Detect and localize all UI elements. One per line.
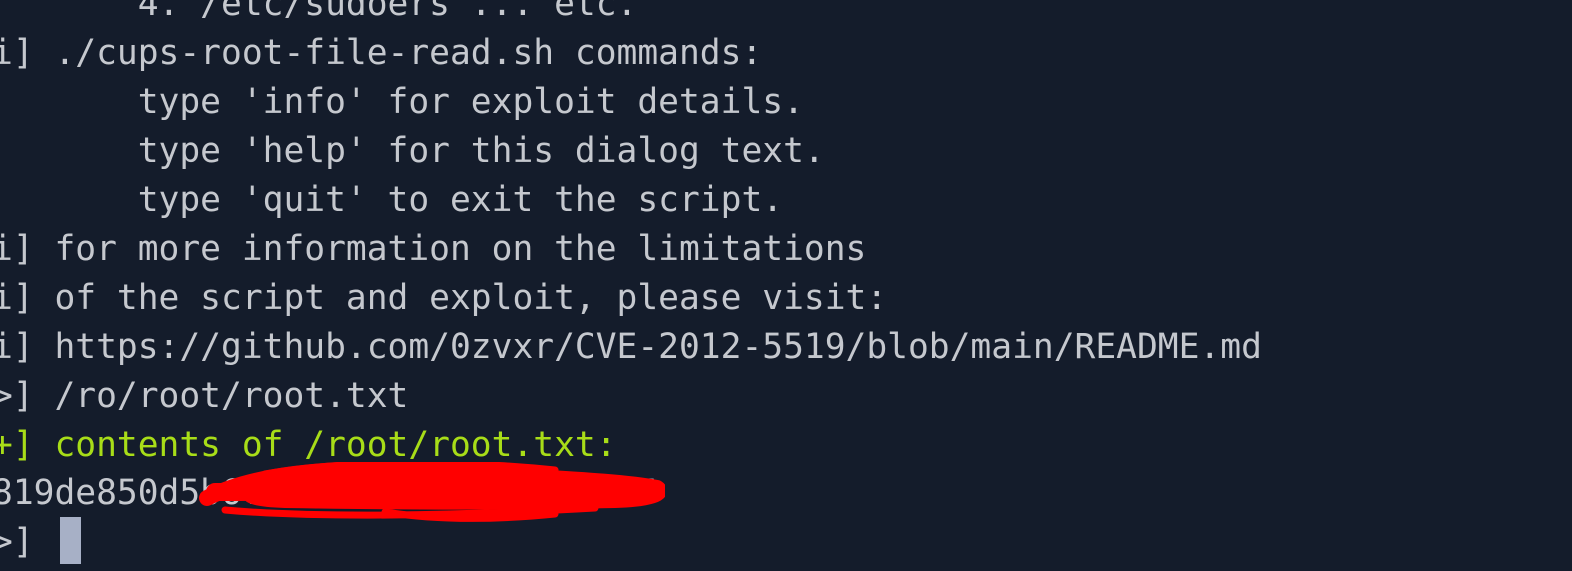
terminal-line: type 'info' for exploit details. xyxy=(0,82,804,122)
terminal-prompt[interactable]: >] xyxy=(0,518,54,567)
terminal-line: i] for more information on the limitatio… xyxy=(0,229,867,269)
terminal-cursor xyxy=(60,517,81,564)
terminal-window[interactable]: 4. /etc/sudoers ... etc. i] ./cups-root-… xyxy=(0,0,1572,571)
terminal-line: 4. /etc/sudoers ... etc. xyxy=(0,0,638,24)
terminal-line: i] of the script and exploit, please vis… xyxy=(0,278,888,318)
terminal-line: type 'help' for this dialog text. xyxy=(0,131,825,171)
terminal-line: i] ./cups-root-file-read.sh commands: xyxy=(0,33,763,73)
terminal-line-flag: 819de850d5b6f70c9f3e1d2a7b84c4e5 xyxy=(0,473,659,513)
terminal-line: i] https://github.com/0zvxr/CVE-2012-551… xyxy=(0,327,1262,367)
terminal-line: type 'quit' to exit the script. xyxy=(0,180,784,220)
terminal-line-success: +] contents of /root/root.txt: xyxy=(0,425,617,465)
terminal-line: >] /ro/root/root.txt xyxy=(0,376,409,416)
